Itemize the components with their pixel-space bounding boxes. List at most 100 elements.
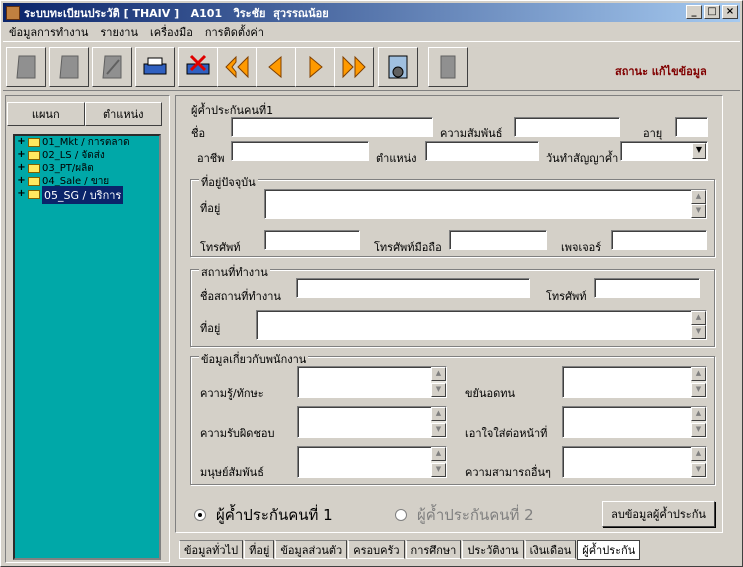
exit-button[interactable] [428,47,468,87]
occupation-input[interactable] [231,141,369,161]
expand-icon[interactable]: + [17,163,26,173]
pager-label: เพจเจอร์ [561,241,602,254]
cancel-button[interactable] [178,47,218,87]
scroll-down-icon[interactable]: ▼ [431,463,446,477]
department-tree[interactable]: +01_Mkt / การตลาด +02_LS / จัดส่ง +03_PT… [13,134,161,560]
scroll-up-icon[interactable]: ▲ [691,367,706,381]
mobile-label: โทรศัพท์มือถือ [374,241,442,254]
maximize-button[interactable]: □ [704,5,720,19]
save-button[interactable] [135,47,175,87]
scroll-down-icon[interactable]: ▼ [691,423,706,437]
employee-info-title: ข้อมูลเกี่ยวกับพนักงาน [199,350,309,368]
last-record-button[interactable] [334,47,374,87]
workplace-address-memo[interactable]: ▲ ▼ [256,310,707,340]
workplace-name-label: ชื่อสถานที่ทำงาน [200,290,281,303]
tab-guarantor[interactable]: ผู้ค้ำประกัน [577,540,641,560]
age-input[interactable] [675,117,708,137]
guarantor-2-radio[interactable]: ผู้ค้ำประกันคนที่ 2 [395,503,534,527]
scroll-up-icon[interactable]: ▲ [691,447,706,461]
scroll-down-icon[interactable]: ▼ [431,383,446,397]
delete-record-button[interactable] [92,47,132,87]
scroll-down-icon[interactable]: ▼ [431,423,446,437]
contract-date-select[interactable]: ▼ [620,141,708,161]
folder-icon [28,177,40,186]
current-address-memo[interactable]: ▲ ▼ [264,189,707,219]
diligence-label: ขยันอดทน [465,387,516,400]
prev-record-button[interactable] [256,47,296,87]
menu-settings[interactable]: การติดตั้งค่า [199,23,270,41]
tab-family[interactable]: ครอบครัว [348,540,405,559]
app-icon [6,5,20,20]
knowledge-memo[interactable]: ▲ ▼ [297,366,447,398]
diligence-memo[interactable]: ▲ ▼ [562,366,707,398]
expand-icon[interactable]: + [17,150,26,160]
scroll-up-icon[interactable]: ▲ [431,407,446,421]
knowledge-label: ความรู้/ทักษะ [200,387,264,400]
expand-icon[interactable]: + [17,189,26,199]
position-input[interactable] [425,141,539,161]
new-doc-icon [16,55,36,79]
expand-icon[interactable]: + [17,137,26,147]
workplace-phone-label: โทรศัพท์ [546,290,587,303]
next-record-button[interactable] [295,47,335,87]
new-record-button[interactable] [6,47,46,87]
tab-education[interactable]: การศึกษา [405,540,462,559]
tab-general[interactable]: ข้อมูลทั่วไป [179,540,244,559]
folder-icon [28,151,40,160]
age-label: อายุ [643,127,663,140]
scroll-down-icon[interactable]: ▼ [691,204,706,218]
responsibility-label: ความรับผิดชอบ [200,427,275,440]
scroll-up-icon[interactable]: ▲ [431,367,446,381]
edit-record-button[interactable] [49,47,89,87]
search-button[interactable] [378,47,418,87]
folder-icon [28,138,40,147]
window-title: ระบบทะเบียนประวัติ [ THAIV ] A101 วิระชั… [24,6,329,20]
mobile-input[interactable] [449,230,547,250]
relations-memo[interactable]: ▲ ▼ [297,446,447,478]
close-button[interactable]: × [722,5,738,19]
scroll-down-icon[interactable]: ▼ [691,383,706,397]
scroll-up-icon[interactable]: ▲ [691,407,706,421]
relation-input[interactable] [514,117,620,137]
folder-icon [28,164,40,173]
tab-work-history[interactable]: ประวัติงาน [462,540,524,559]
tab-department[interactable]: แผนก [7,102,85,126]
right-arrow-icon [309,55,323,79]
scroll-down-icon[interactable]: ▼ [691,325,706,339]
scroll-down-icon[interactable]: ▼ [691,463,706,477]
scroll-up-icon[interactable]: ▲ [691,311,706,325]
guarantor-1-radio[interactable]: ผู้ค้ำประกันคนที่ 1 [194,503,333,527]
scroll-up-icon[interactable]: ▲ [431,447,446,461]
tab-address[interactable]: ที่อยู่ [244,540,275,559]
name-input[interactable] [231,117,433,137]
bottom-tabs: ข้อมูลทั่วไป ที่อยู่ ข้อมูลส่วนตัว ครอบค… [179,540,641,560]
phone-input[interactable] [264,230,360,250]
attention-memo[interactable]: ▲ ▼ [562,406,707,438]
first-record-button[interactable] [217,47,257,87]
dropdown-arrow-icon[interactable]: ▼ [692,143,706,159]
double-left-arrow-icon [225,55,249,79]
scroll-up-icon[interactable]: ▲ [691,190,706,204]
expand-icon[interactable]: + [17,176,26,186]
tab-personal[interactable]: ข้อมูลส่วนตัว [275,540,348,559]
status-text: สถานะ แก้ไขข้อมูล [615,65,707,78]
delete-guarantor-button[interactable]: ลบข้อมูลผู้ค้ำประกัน [602,501,715,527]
address-label: ที่อยู่ [200,202,221,215]
menu-report[interactable]: รายงาน [94,23,144,41]
tab-position[interactable]: ตำแหน่ง [84,102,162,126]
cancel-printer-icon [186,54,210,75]
left-arrow-icon [268,55,282,79]
pager-input[interactable] [611,230,707,250]
tree-item-sg[interactable]: +05_SG / บริการ [15,185,159,204]
relations-label: มนุษย์สัมพันธ์ [200,466,264,479]
workplace-phone-input[interactable] [594,278,700,298]
radio-selected-icon [194,509,206,521]
workplace-name-input[interactable] [296,278,530,298]
other-ability-memo[interactable]: ▲ ▼ [562,446,707,478]
tab-salary[interactable]: เงินเดือน [524,540,577,559]
menu-tools[interactable]: เครื่องมือ [144,23,199,41]
minimize-button[interactable]: _ [686,5,702,19]
responsibility-memo[interactable]: ▲ ▼ [297,406,447,438]
menu-work-data[interactable]: ข้อมูลการทำงาน [3,23,94,41]
workplace-address-label: ที่อยู่ [200,322,221,335]
